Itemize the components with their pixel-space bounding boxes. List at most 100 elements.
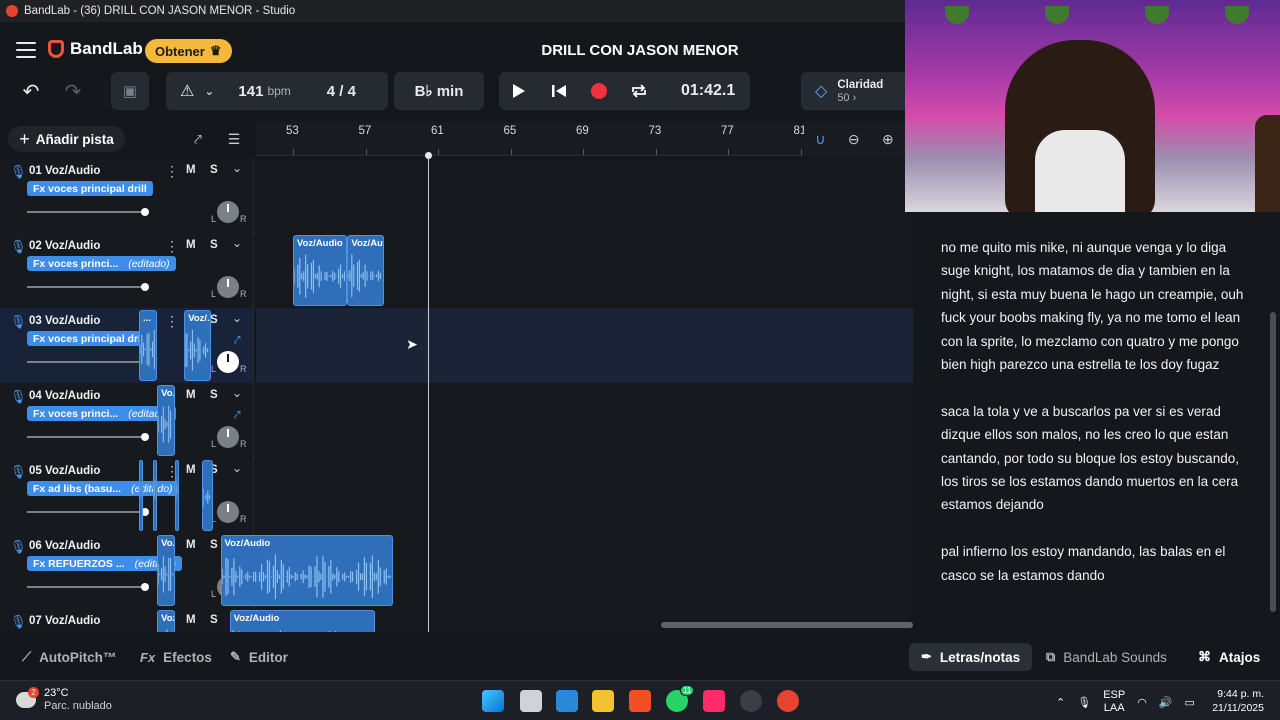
mute-button[interactable]: M	[186, 539, 196, 551]
track-row[interactable]: 🎙07 Voz/Audio⋮MS⌄Voz...Voz/Audio	[0, 608, 913, 632]
bandlab-logo[interactable]: BandLab	[48, 39, 143, 59]
windows-start-icon[interactable]	[482, 690, 504, 712]
audio-clip[interactable]: Voz/Audio	[229, 610, 375, 632]
more-options-icon[interactable]: ⋮	[165, 313, 179, 330]
chevron-up-icon[interactable]: ⌃	[1056, 696, 1065, 709]
track-header[interactable]: 🎙 01 Voz/Audio ⋮ M S ⌄ Fx voces principal dril…	[0, 158, 254, 233]
audio-clip[interactable]: Vo...	[157, 535, 176, 606]
audio-clip[interactable]	[202, 460, 214, 531]
mute-button[interactable]: M	[186, 164, 196, 176]
track-row[interactable]: 🎙 01 Voz/Audio ⋮ M S ⌄ Fx voces principal dril…	[0, 158, 913, 233]
editor-button[interactable]: ✎ Editor	[230, 643, 288, 671]
lyrics-scrollbar[interactable]	[1267, 212, 1280, 632]
record-icon[interactable]	[579, 82, 619, 100]
track-lane[interactable]: Voz... Voz/Audio	[157, 608, 913, 632]
track-row[interactable]: 🎙 05 Voz/Audio ⋮ M S ⌄ Fx ad libs (basu... (edi…	[0, 458, 913, 533]
project-title[interactable]: DRILL CON JASON MENOR	[500, 42, 780, 59]
tiktok-icon[interactable]	[703, 690, 725, 712]
microphone-icon[interactable]: 🎙	[1077, 696, 1091, 709]
track-row[interactable]: 🎙04 Voz/Audio⋮MS⌄Fx voces princi...(edit…	[0, 383, 913, 458]
track-name[interactable]: 03 Voz/Audio	[29, 315, 100, 327]
loop-icon[interactable]	[619, 83, 659, 99]
volume-slider[interactable]	[27, 283, 149, 291]
audio-clip[interactable]	[153, 460, 158, 531]
time-signature[interactable]: 4 / 4	[327, 83, 356, 100]
whatsapp-icon[interactable]: 11	[666, 685, 695, 712]
bandlab-sounds-button[interactable]: ⧉ BandLab Sounds	[1046, 643, 1167, 671]
audio-clip[interactable]: ...	[138, 310, 158, 381]
efectos-button[interactable]: Fx Efectos	[140, 643, 212, 671]
mute-button[interactable]: M	[186, 239, 196, 251]
track-name[interactable]: 07 Voz/Audio	[29, 615, 100, 627]
audio-clip[interactable]: Vo...	[157, 385, 176, 456]
more-options-icon[interactable]: ⋮	[165, 163, 179, 180]
solo-button[interactable]: S	[210, 164, 218, 176]
fx-preset-tag[interactable]: Fx voces princi... (editado)	[27, 256, 176, 271]
solo-button[interactable]: S	[210, 614, 218, 626]
track-header[interactable]: 🎙07 Voz/Audio⋮MS⌄	[0, 608, 254, 632]
store-icon[interactable]	[556, 690, 578, 712]
bpm-value[interactable]: 141	[238, 83, 263, 100]
solo-button[interactable]: S	[210, 539, 218, 551]
mixer-icon[interactable]: ☰	[221, 128, 247, 150]
volume-slider[interactable]	[27, 583, 149, 591]
solo-button[interactable]: S	[210, 314, 218, 326]
pan-knob[interactable]	[217, 501, 239, 523]
language-indicator[interactable]: ESP LAA	[1103, 689, 1125, 715]
volume-slider[interactable]	[27, 208, 149, 216]
chevron-down-icon[interactable]: ⌄	[232, 161, 242, 175]
track-row[interactable]: 🎙 02 Voz/Audio ⋮ M S ⌄ Fx voces princi... (edit…	[0, 233, 913, 308]
track-header[interactable]: 🎙 05 Voz/Audio ⋮ M S ⌄ Fx ad libs (basu... (edi…	[0, 458, 254, 533]
volume-slider-knob[interactable]	[141, 583, 149, 591]
track-row[interactable]: 🎙03 Voz/Audio⋮MS⌄Fx voces principal dril…	[0, 308, 913, 383]
fx-preset-tag[interactable]: Fx voces principal drill	[27, 181, 153, 196]
track-name[interactable]: 06 Voz/Audio	[29, 540, 100, 552]
track-name[interactable]: 02 Voz/Audio	[29, 240, 100, 252]
chevron-down-icon[interactable]: ⌄	[232, 461, 242, 475]
battery-icon[interactable]: ▭	[1185, 696, 1195, 709]
redo-icon[interactable]: ↷	[54, 72, 92, 110]
audio-clip[interactable]: Voz/Audio	[220, 535, 393, 606]
lyrics-paragraph[interactable]: no me quito mis nike, ni aunque venga y …	[941, 236, 1251, 376]
track-lane[interactable]: Voz/Audio Voz/Au...	[256, 233, 913, 308]
volume-slider[interactable]	[27, 508, 149, 516]
pan-knob[interactable]	[217, 201, 239, 223]
magnet-snap-icon[interactable]: ∪	[815, 131, 825, 148]
track-header[interactable]: 🎙03 Voz/Audio⋮MS⌄Fx voces principal dril…	[0, 308, 254, 383]
timeline-ruler[interactable]: 53 57 61 65 69 73 77 81	[256, 122, 806, 156]
track-header[interactable]: 🎙 02 Voz/Audio ⋮ M S ⌄ Fx voces princi... (edit…	[0, 233, 254, 308]
task-view-icon[interactable]	[520, 690, 542, 712]
volume-slider[interactable]	[27, 358, 149, 366]
solo-button[interactable]: S	[210, 239, 218, 251]
chatgpt-icon[interactable]	[740, 690, 762, 712]
play-icon[interactable]	[499, 83, 539, 99]
claridad-button[interactable]: ◇ Claridad 50 ›	[801, 72, 905, 110]
chevron-down-icon[interactable]: ⌄	[204, 84, 214, 98]
obtener-button[interactable]: Obtener ♛	[145, 39, 232, 63]
lyrics-paragraph[interactable]: pal infierno los estoy mandando, las bal…	[941, 540, 1251, 587]
playhead[interactable]	[425, 152, 432, 632]
hamburger-menu-icon[interactable]	[16, 42, 36, 58]
mute-button[interactable]: M	[186, 464, 196, 476]
metronome-icon[interactable]: ⚠	[180, 81, 194, 101]
lyrics-panel[interactable]: no me quito mis nike, ni aunque venga y …	[913, 212, 1267, 632]
track-row[interactable]: 🎙06 Voz/Audio⋮MS⌄Fx REFUERZOS ...(editad…	[0, 533, 913, 608]
volume-icon[interactable]: 🔊	[1159, 696, 1173, 709]
volume-slider[interactable]	[27, 433, 149, 441]
volume-slider-knob[interactable]	[141, 283, 149, 291]
taskbar-clock[interactable]: 9:44 p. m. 21/11/2025	[1208, 687, 1264, 715]
track-lane[interactable]	[256, 158, 913, 233]
lyrics-paragraph[interactable]: saca la tola y ve a buscarlos pa ver si …	[941, 400, 1251, 517]
track-lane[interactable]: Vo...	[157, 383, 913, 458]
automation-icon[interactable]: ⤤	[234, 333, 241, 348]
skip-back-icon[interactable]	[539, 83, 579, 99]
volume-slider-knob[interactable]	[141, 208, 149, 216]
track-lane[interactable]: ... Voz/...	[138, 308, 913, 383]
automation-icon[interactable]: ⤤	[234, 408, 241, 423]
horizontal-scrollbar[interactable]	[661, 622, 913, 628]
brave-browser-icon[interactable]	[629, 690, 651, 712]
track-name[interactable]: 05 Voz/Audio	[29, 465, 100, 477]
chevron-down-icon[interactable]: ⌄	[232, 311, 242, 325]
time-display[interactable]: 01:42.1	[681, 82, 735, 100]
audio-clip[interactable]: Voz/Au...	[347, 235, 384, 306]
